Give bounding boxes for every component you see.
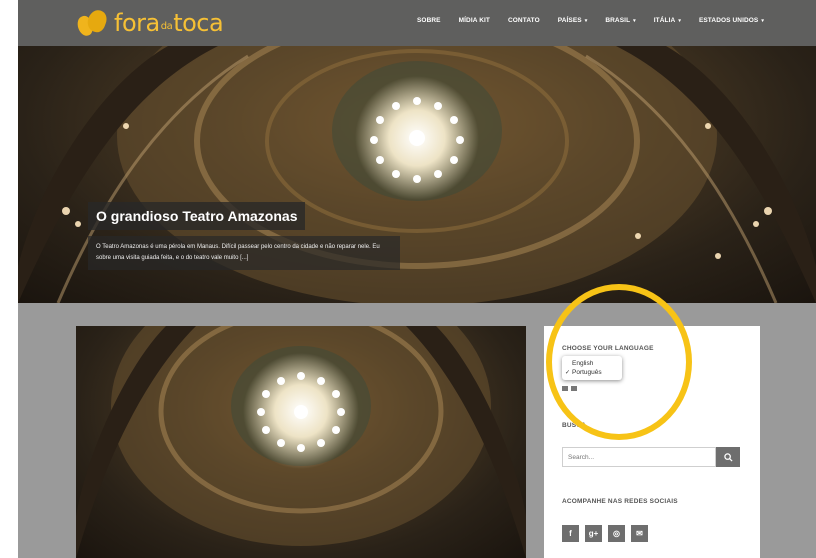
nav-item-brasil[interactable]: BRASIL ▾ — [605, 17, 635, 24]
chevron-down-icon: ▾ — [761, 18, 764, 24]
theater-ceiling-image — [76, 326, 526, 558]
logo-mark-icon — [75, 7, 110, 38]
hero-featured-post[interactable]: O grandioso Teatro Amazonas O Teatro Ama… — [18, 46, 816, 303]
search-input[interactable] — [562, 447, 716, 467]
chevron-down-icon: ▾ — [633, 18, 636, 24]
nav-item-sobre[interactable]: SOBRE — [417, 17, 441, 24]
logo-text: foradatoca — [114, 9, 224, 37]
chevron-down-icon: ▾ — [678, 18, 681, 24]
chevron-down-icon: ▾ — [584, 18, 588, 24]
top-navbar: foradatoca SOBRE MÍDIA KIT CONTATO PAÍSE… — [18, 0, 816, 46]
site-logo[interactable]: foradatoca — [75, 6, 224, 40]
highlight-circle-annotation — [546, 284, 692, 440]
nav-item-midia-kit[interactable]: MÍDIA KIT — [459, 17, 490, 24]
social-buttons: f g+ ◎ ✉ — [562, 525, 648, 542]
nav-item-estados-unidos[interactable]: ESTADOS UNIDOS ▾ — [699, 17, 764, 24]
instagram-icon[interactable]: ◎ — [608, 525, 625, 542]
search-icon — [723, 452, 733, 462]
hero-excerpt: O Teatro Amazonas é uma pérola em Manaus… — [88, 236, 400, 270]
hero-title[interactable]: O grandioso Teatro Amazonas — [96, 208, 297, 224]
email-icon[interactable]: ✉ — [631, 525, 648, 542]
nav-item-italia[interactable]: ITÁLIA ▾ — [654, 17, 681, 24]
google-plus-icon[interactable]: g+ — [585, 525, 602, 542]
nav-item-contato[interactable]: CONTATO — [508, 17, 540, 24]
post-thumbnail[interactable] — [76, 326, 526, 558]
main-nav: SOBRE MÍDIA KIT CONTATO PAÍSES ▾ BRASIL ▾ … — [417, 17, 764, 24]
page-frame: foradatoca SOBRE MÍDIA KIT CONTATO PAÍSE… — [18, 0, 816, 558]
hero-title-box[interactable]: O grandioso Teatro Amazonas — [88, 202, 306, 230]
search-button[interactable] — [716, 447, 740, 467]
facebook-icon[interactable]: f — [562, 525, 579, 542]
nav-item-paises[interactable]: PAÍSES ▾ — [558, 17, 588, 24]
social-widget-title: ACOMPANHE NAS REDES SOCIAIS — [562, 498, 678, 505]
